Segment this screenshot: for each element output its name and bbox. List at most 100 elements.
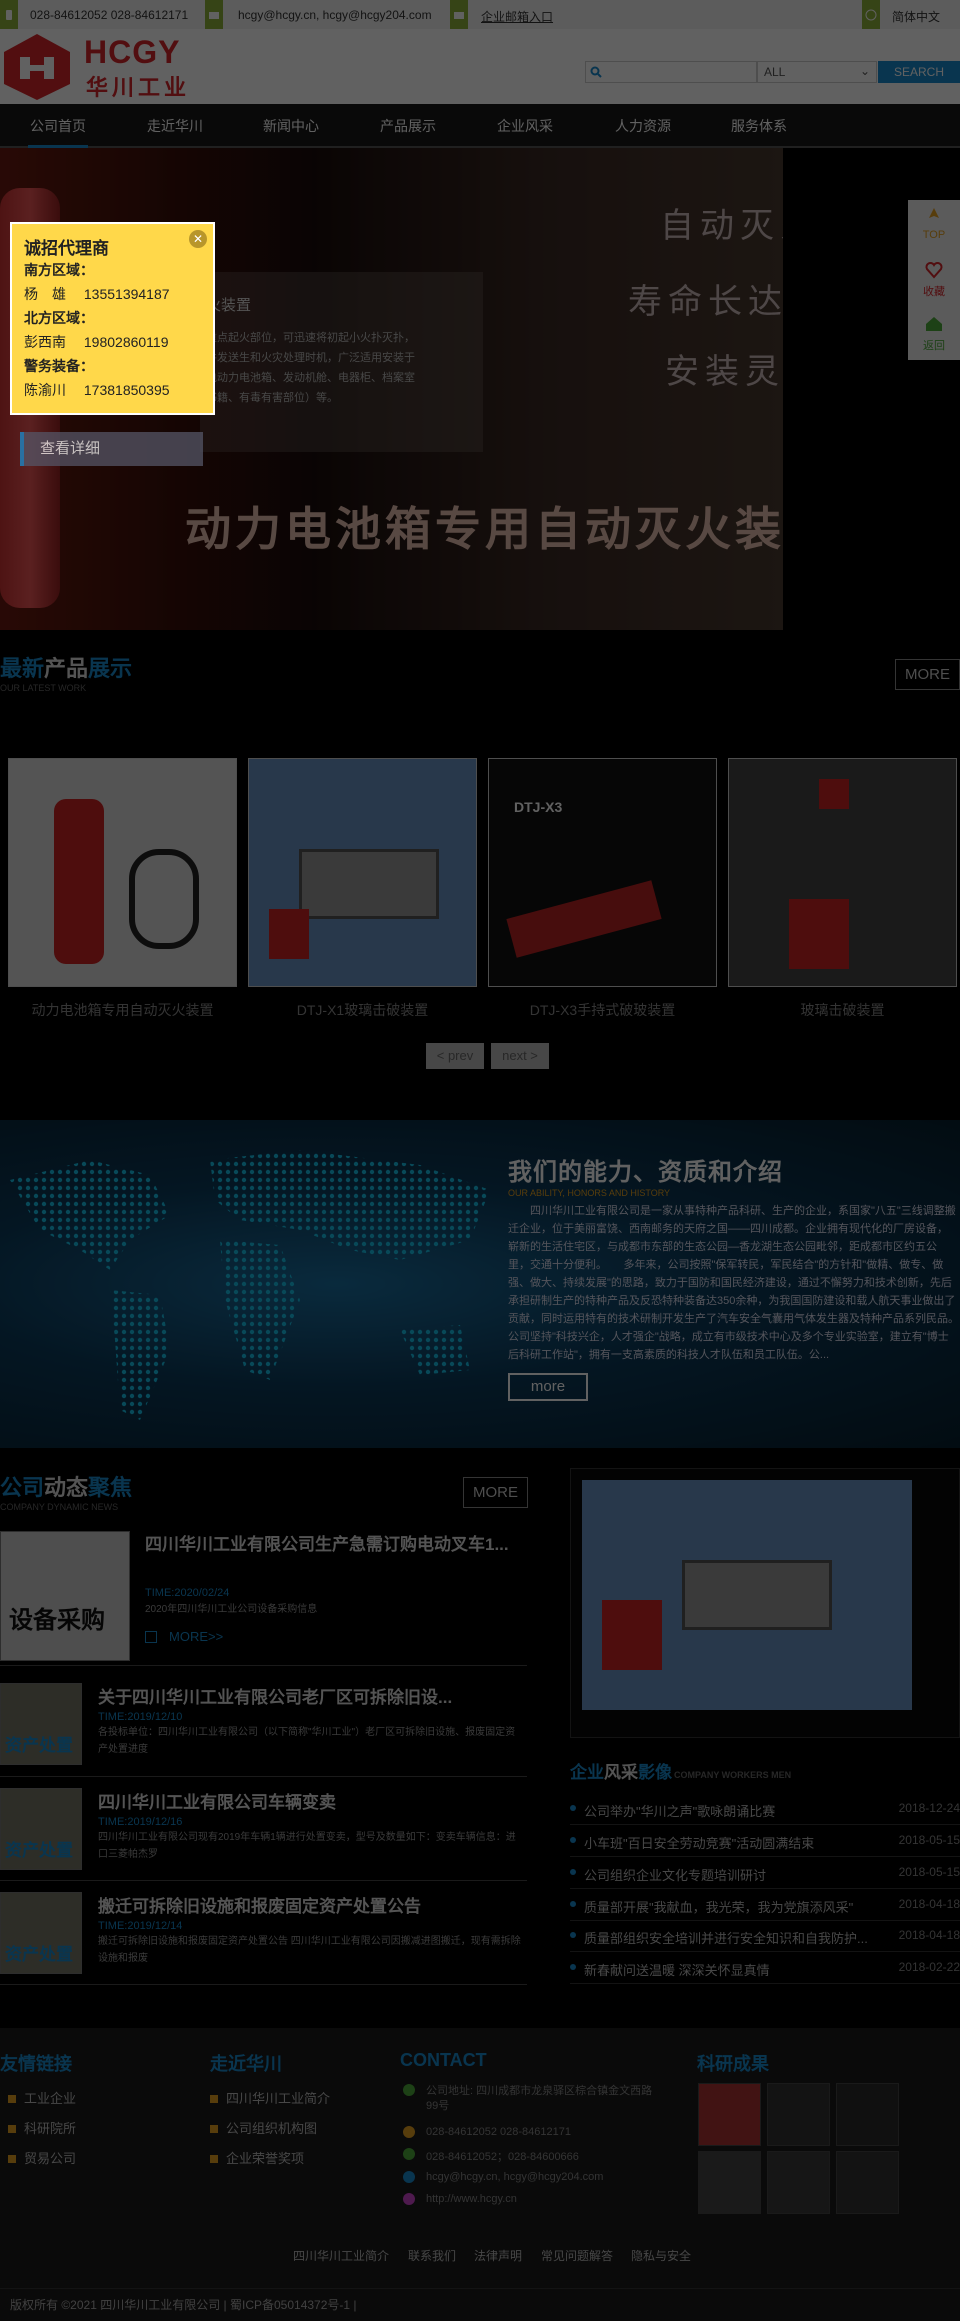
- product-caption-3[interactable]: DTJ-X3手持式破玻装置: [488, 1000, 717, 1020]
- popup-police-contact: 陈渝川 17381850395: [24, 382, 170, 398]
- logo-text-cn[interactable]: 华川工业: [86, 70, 190, 102]
- phone-icon: [403, 2126, 415, 2138]
- copyright: 版权所有 ©2021 四川华川工业有限公司 | 蜀ICP备05014372号-1…: [0, 2288, 960, 2321]
- news-title-2[interactable]: 四川华川工业有限公司车辆变卖: [98, 1788, 336, 1813]
- prev-button[interactable]: < prev: [426, 1043, 484, 1069]
- culture-item-4[interactable]: 质量部开展"我献血，我光荣，我为党旗添风采" 2018-04-18: [570, 1891, 960, 1921]
- back-to-top-button[interactable]: TOP: [908, 200, 960, 252]
- footer-research-title: 科研成果: [697, 2054, 769, 2074]
- news-thumb-3[interactable]: 资产处置: [0, 1892, 82, 1974]
- banner-line-3: 安装灵活: [665, 353, 783, 391]
- culture-item-5[interactable]: 质量部组织安全培训并进行安全知识和自我防护... 2018-04-18: [570, 1922, 960, 1952]
- research-thumb-3[interactable]: [836, 2083, 899, 2146]
- research-thumb-1[interactable]: [698, 2083, 761, 2146]
- phone-icon: [0, 0, 18, 29]
- view-detail-button[interactable]: 查看详细: [20, 432, 203, 466]
- product-image-2[interactable]: [248, 758, 477, 987]
- news-featured-thumb[interactable]: 设备采购: [0, 1531, 130, 1661]
- favorite-button[interactable]: 收藏: [908, 254, 960, 306]
- logo-text-en[interactable]: HCGY: [84, 34, 180, 71]
- culture-item-1[interactable]: 公司举办"华川之声"歌咏朗诵比赛 2018-12-24: [570, 1795, 960, 1825]
- popup-police-label: 警务装备：: [24, 358, 94, 374]
- footer-link-3[interactable]: 贸易公司: [8, 2148, 76, 2167]
- search-category-select[interactable]: ALL ⌄: [757, 61, 877, 83]
- language-switch[interactable]: 简体中文: [892, 8, 940, 25]
- news-desc-3: 搬迁可拆除旧设施和报废固定资产处置公告 四川华川工业有限公司因搬减进图搬迁，现有…: [98, 1936, 521, 1964]
- search-button[interactable]: SEARCH: [878, 61, 960, 83]
- main-nav: 公司首页 走近华川 新闻中心 产品展示 企业风采 人力资源 服务体系: [0, 104, 960, 148]
- search-input[interactable]: [585, 61, 757, 83]
- news-time-2: TIME:2019/12/16: [98, 1816, 183, 1828]
- home-label: 返回: [923, 340, 945, 352]
- product-image-4[interactable]: [728, 758, 957, 987]
- agent-recruit-popup: 诚招代理商 ✕ 南方区域： 杨 雄 13551394187 北方区域： 彭西南 …: [10, 222, 215, 415]
- globe-icon: [862, 0, 880, 29]
- research-thumb-6[interactable]: [836, 2151, 899, 2214]
- news-thumb-2[interactable]: 资产处置: [0, 1788, 82, 1870]
- news-more-button[interactable]: MORE: [463, 1477, 528, 1508]
- product-caption-1[interactable]: 动力电池箱专用自动灭火装置: [8, 1000, 237, 1020]
- research-thumb-5[interactable]: [767, 2151, 830, 2214]
- nav-hr[interactable]: 人力资源: [588, 104, 698, 148]
- mailbox-link[interactable]: 企业邮箱入口: [481, 8, 553, 25]
- close-icon[interactable]: ✕: [189, 230, 207, 248]
- product-caption-4[interactable]: 玻璃击破装置: [728, 1000, 957, 1020]
- top-email: hcgy@hcgy.cn, hcgy@hcgy204.com: [238, 8, 432, 22]
- featured-news-title[interactable]: 四川华川工业有限公司生产急需订购电动叉车1...: [145, 1531, 525, 1559]
- footer-link-2[interactable]: 科研院所: [8, 2118, 76, 2137]
- culture-photo[interactable]: [582, 1480, 912, 1710]
- news-thumb-1[interactable]: 资产处置: [0, 1683, 82, 1765]
- nav-news[interactable]: 新闻中心: [236, 104, 346, 148]
- footer-about-1[interactable]: 四川华川工业简介: [210, 2088, 330, 2107]
- nav-about[interactable]: 走近华川: [120, 104, 230, 148]
- culture-item-2[interactable]: 小车班"百日安全劳动竞赛"活动圆满结束 2018-05-15: [570, 1827, 960, 1857]
- bottom-link-3[interactable]: 法律声明: [474, 2247, 522, 2264]
- culture-title: 企业风采影像 COMPANY WORKERS MEN: [570, 1763, 792, 1782]
- search-icon: [590, 66, 602, 78]
- news-title-1[interactable]: 关于四川华川工业有限公司老厂区可拆除旧设...: [98, 1683, 452, 1708]
- product-image-1[interactable]: [8, 758, 237, 987]
- bottom-link-2[interactable]: 联系我们: [408, 2247, 456, 2264]
- nav-culture[interactable]: 企业风采: [470, 104, 580, 148]
- news-time-1: TIME:2019/12/10: [98, 1711, 183, 1723]
- footer-email: hcgy@hcgy.cn, hcgy@hcgy204.com: [426, 2171, 604, 2183]
- top-phone: 028-84612052 028-84612171: [30, 8, 189, 22]
- nav-home[interactable]: 公司首页: [3, 104, 113, 148]
- web-icon: [403, 2193, 415, 2205]
- footer-about-3[interactable]: 企业荣誉奖项: [210, 2148, 304, 2167]
- banner-line-1: 自动灭火: [660, 207, 783, 245]
- products-subtitle: OUR LATEST WORK: [0, 683, 87, 693]
- ability-more-button[interactable]: more: [508, 1373, 588, 1401]
- home-button[interactable]: 返回: [908, 308, 960, 360]
- culture-item-3[interactable]: 公司组织企业文化专题培训研讨 2018-05-15: [570, 1859, 960, 1889]
- product-caption-2[interactable]: DTJ-X1玻璃击破装置: [248, 1000, 477, 1020]
- footer-about-2[interactable]: 公司组织机构图: [210, 2118, 317, 2137]
- footer-web[interactable]: http://www.hcgy.cn: [426, 2193, 517, 2205]
- location-icon: [403, 2084, 415, 2096]
- popup-south-contact: 杨 雄 13551394187: [24, 286, 170, 302]
- footer-about-title: 走近华川: [210, 2054, 282, 2074]
- footer-address: 公司地址: 四川成都市龙泉驿区棕合镇金文西路99号: [426, 2085, 653, 2112]
- nav-service[interactable]: 服务体系: [704, 104, 814, 148]
- news-desc-1: 各投标单位：四川华川工业有限公司（以下简称"华川工业"）老厂区可拆除旧设施、报废…: [98, 1727, 516, 1755]
- research-thumb-2[interactable]: [767, 2083, 830, 2146]
- footer-link-1[interactable]: 工业企业: [8, 2088, 76, 2107]
- popup-north-contact: 彭西南 19802860119: [24, 334, 169, 350]
- research-thumb-4[interactable]: [698, 2151, 761, 2214]
- fax-icon: [403, 2148, 415, 2160]
- bottom-link-4[interactable]: 常见问题解答: [541, 2247, 613, 2264]
- mail-icon: [205, 0, 223, 29]
- bottom-link-5[interactable]: 隐私与安全: [631, 2247, 691, 2264]
- featured-more-link[interactable]: MORE>>: [145, 1629, 223, 1644]
- bottom-link-1[interactable]: 四川华川工业简介: [293, 2247, 389, 2264]
- logo-mark-icon[interactable]: [0, 32, 74, 102]
- nav-products[interactable]: 产品展示: [353, 104, 463, 148]
- news-title-3[interactable]: 搬迁可拆除旧设施和报废固定资产处置公告: [98, 1892, 421, 1917]
- popup-south-label: 南方区域：: [24, 262, 94, 278]
- rocket-icon: [929, 208, 939, 218]
- next-button[interactable]: next >: [491, 1043, 549, 1069]
- products-more-button[interactable]: MORE: [895, 659, 960, 690]
- culture-item-6[interactable]: 新春献问送温暖 深深关怀显真情 2018-02-22: [570, 1954, 960, 1984]
- product-image-3[interactable]: DTJ-X3: [488, 758, 717, 987]
- footer-links-title: 友情链接: [0, 2054, 72, 2074]
